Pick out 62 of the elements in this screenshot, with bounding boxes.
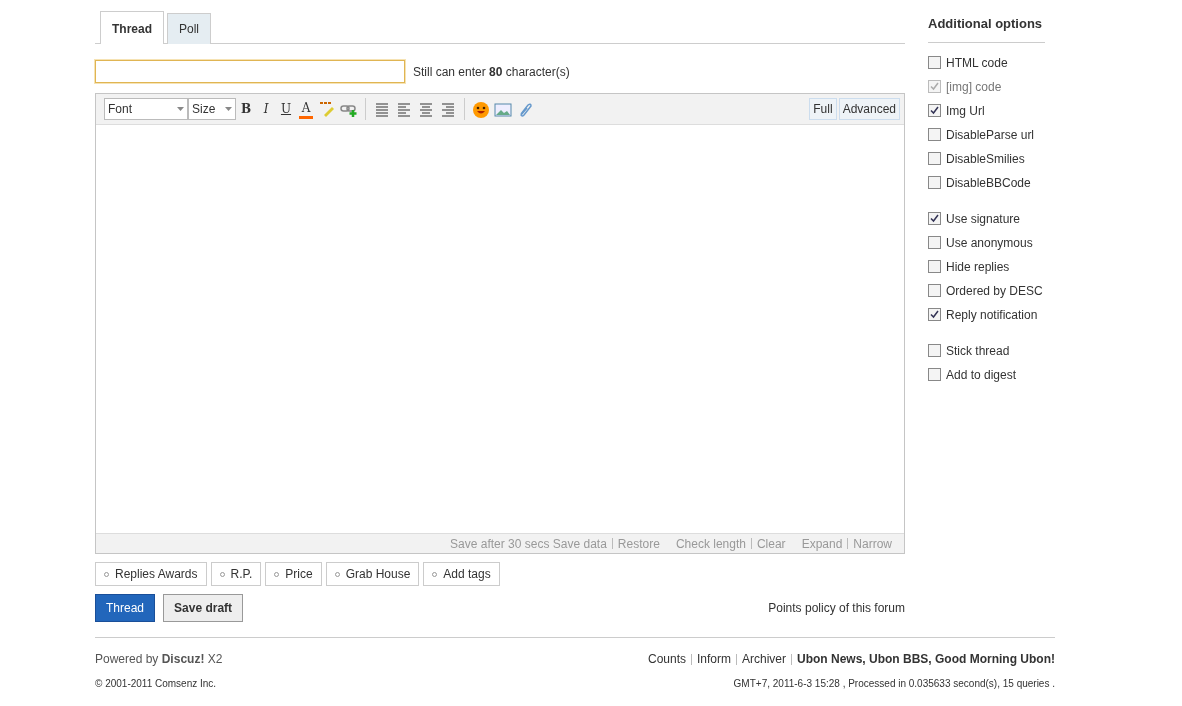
checkbox[interactable] — [928, 236, 941, 249]
option-label: Reply notification — [946, 306, 1038, 324]
option-label: Stick thread — [946, 342, 1010, 360]
option-label: HTML code — [946, 54, 1008, 72]
option-label: DisableParse url — [946, 126, 1035, 144]
tab[interactable]: Poll — [167, 13, 212, 44]
option-label: [img] code — [946, 78, 1002, 96]
size-select[interactable]: Size — [188, 98, 236, 120]
character-limit-hint: Still can enter 80 character(s) — [413, 63, 570, 81]
mode-button[interactable]: Full — [809, 98, 837, 120]
checkbox[interactable] — [928, 284, 941, 297]
checkbox[interactable] — [928, 368, 941, 381]
points-policy-link[interactable]: Points policy of this forum — [768, 599, 905, 617]
checkbox[interactable] — [928, 56, 941, 69]
options-title: Additional options — [928, 14, 1045, 43]
extra-option-button[interactable]: Add tags — [423, 562, 500, 586]
caret-icon — [225, 107, 232, 111]
checkbox[interactable] — [928, 128, 941, 141]
option-label: DisableSmilies — [946, 150, 1025, 168]
subject-field[interactable] — [95, 60, 405, 83]
option-label: Hide replies — [946, 258, 1010, 276]
option-label: Img Url — [946, 102, 985, 120]
option-label: Use signature — [946, 210, 1021, 228]
extra-option-button[interactable]: Grab House — [325, 562, 420, 586]
footer-link[interactable]: Counts — [647, 650, 686, 668]
checkbox[interactable] — [928, 152, 941, 165]
extra-option-button[interactable]: Price — [265, 562, 322, 586]
checkbox[interactable] — [928, 260, 941, 273]
option-label: Add to digest — [946, 366, 1017, 384]
checkbox[interactable] — [928, 176, 941, 189]
powered-by-text: Powered by Discuz! X2 — [95, 651, 223, 668]
autosave-text: Save after 30 secs — [450, 536, 550, 551]
tab[interactable]: Thread — [100, 11, 164, 44]
extra-option-button[interactable]: Replies Awards — [95, 562, 207, 586]
option-label: DisableBBCode — [946, 174, 1031, 192]
align-left-icon[interactable] — [395, 100, 413, 118]
align-center-icon[interactable] — [417, 100, 435, 118]
footer-link[interactable]: Archiver — [742, 650, 787, 668]
copyright-text: © 2001-2011 Comsenz Inc. — [95, 677, 217, 691]
align-right-icon[interactable] — [439, 100, 457, 118]
smiley-icon[interactable] — [472, 100, 490, 118]
checkbox[interactable] — [928, 212, 941, 225]
font-select[interactable]: Font — [104, 98, 188, 120]
server-info-text: GMT+7, 2011-6-3 15:28 , Processed in 0.035633 second(s), 15 queries . — [733, 677, 1055, 691]
bold-button[interactable]: B — [236, 99, 256, 119]
checkbox[interactable] — [928, 104, 941, 117]
option-label: Ordered by DESC — [946, 282, 1043, 300]
checkbox[interactable] — [928, 344, 941, 357]
italic-button[interactable]: I — [256, 99, 276, 119]
footer-link[interactable]: Inform — [697, 650, 731, 668]
checkbox[interactable] — [928, 308, 941, 321]
caret-icon — [177, 107, 184, 111]
align-justify-icon[interactable] — [373, 100, 391, 118]
underline-button[interactable]: U — [276, 99, 296, 119]
site-name-link[interactable]: Ubon News, Ubon BBS, Good Morning Ubon! — [797, 650, 1055, 668]
extra-option-button[interactable]: R.P. — [210, 562, 262, 586]
highlighter-icon[interactable] — [318, 100, 336, 118]
save-draft-button[interactable]: Save draft — [163, 594, 244, 622]
submit-button[interactable]: Thread — [95, 594, 156, 622]
mode-button[interactable]: Advanced — [838, 98, 900, 120]
option-label: Use anonymous — [946, 234, 1033, 252]
color-button[interactable]: A — [299, 99, 313, 119]
